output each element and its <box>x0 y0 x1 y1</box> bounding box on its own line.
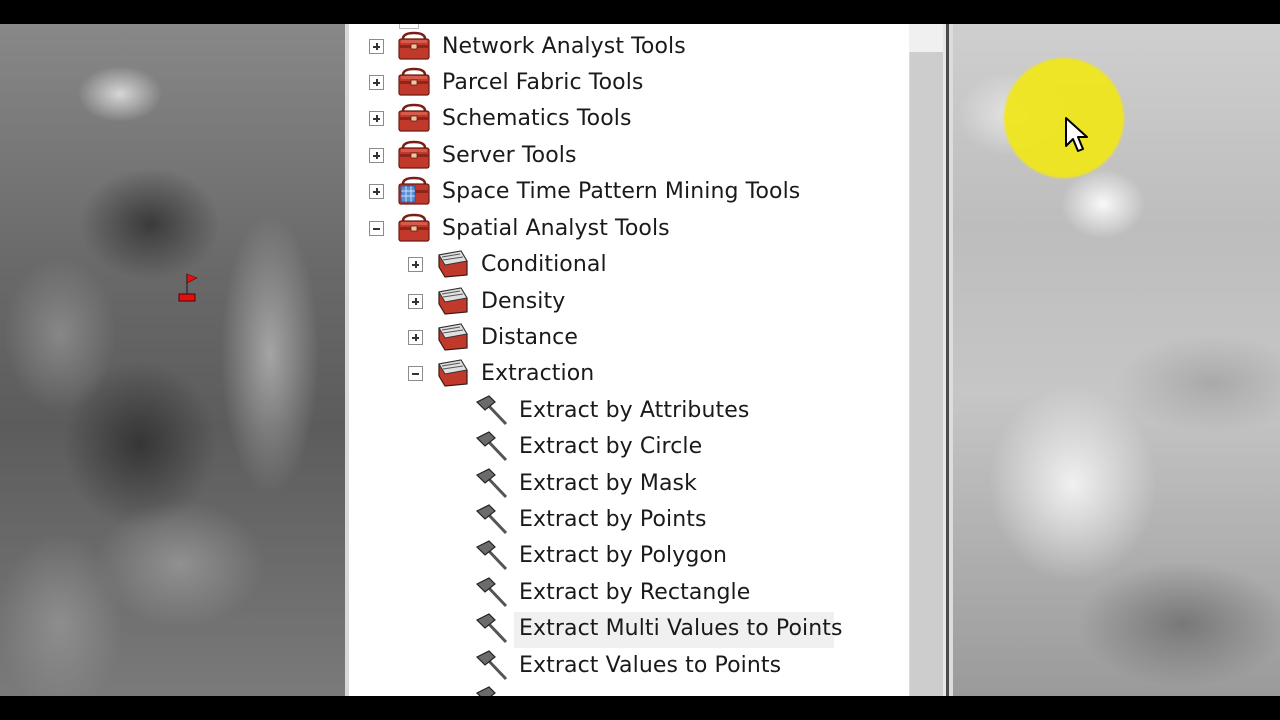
hammer-icon <box>475 613 508 644</box>
tree-item-label: Distance <box>481 324 578 350</box>
tree-item-label: Server Tools <box>442 142 577 168</box>
tree-item-label: Extract by Attributes <box>519 397 750 423</box>
tree-item-label: Network Analyst Tools <box>442 33 686 59</box>
hammer-icon <box>475 431 508 462</box>
map-view-left[interactable] <box>0 24 345 696</box>
map-view-right[interactable] <box>953 24 1280 696</box>
flag-marker-icon <box>178 273 198 302</box>
hammer-icon <box>475 395 508 426</box>
tree-item-label: Schematics Tools <box>442 105 632 131</box>
tree-item-label: Space Time Pattern Mining Tools <box>442 178 801 204</box>
tree-item-label: Extract Values to Points <box>519 652 782 678</box>
toolbox-icon <box>398 140 430 169</box>
expand-icon[interactable] <box>369 111 384 126</box>
toolbox-icon <box>398 67 430 96</box>
mouse-pointer-icon <box>1065 117 1088 152</box>
tree-item-extract-by-rectangle[interactable]: Extract by Rectangle <box>475 575 750 609</box>
tree-item-extraction[interactable]: Extraction <box>408 356 594 390</box>
tree-item-label: Extract by Mask <box>519 470 697 496</box>
tree-item-label: Extraction <box>481 360 595 386</box>
tree-item-label: Conditional <box>481 251 607 277</box>
letterbox-top <box>0 0 1280 24</box>
tree-item-schematics-tools[interactable]: Schematics Tools <box>369 101 632 135</box>
expand-icon[interactable] <box>369 75 384 90</box>
space-time-toolbox-icon <box>398 176 430 205</box>
tree-item-extract-by-points[interactable]: Extract by Points <box>475 502 707 536</box>
tree-item-label: Spatial Analyst Tools <box>442 215 670 241</box>
tree-item-density[interactable]: Density <box>408 284 565 318</box>
scrollbar-track-top[interactable] <box>909 24 943 52</box>
tree-item-extract-multi-values-to-points[interactable]: Extract Multi Values to Points <box>475 611 843 645</box>
tree-item-label: Extract by Polygon <box>519 542 728 568</box>
scrollbar-thumb[interactable] <box>909 52 944 696</box>
tree-item-extract-values-to-points[interactable]: Extract Values to Points <box>475 648 781 682</box>
hammer-icon <box>475 650 508 681</box>
letterbox-bottom <box>0 696 1280 720</box>
tree-item-space-time-pattern-mining-tools[interactable]: Space Time Pattern Mining Tools <box>369 174 800 208</box>
tree-item-extract-by-polygon[interactable]: Extract by Polygon <box>475 538 727 572</box>
hammer-icon <box>475 686 496 696</box>
toolset-icon <box>438 323 468 351</box>
expand-icon[interactable] <box>369 39 384 54</box>
tree-item-label: Extract Multi Values to Points <box>519 615 843 641</box>
tree-vertical-scrollbar[interactable] <box>909 24 944 696</box>
tree-item-extract-by-attributes[interactable]: Extract by Attributes <box>475 393 749 427</box>
tree-item-distance[interactable]: Distance <box>408 320 578 354</box>
expand-icon[interactable] <box>408 294 423 309</box>
collapse-icon[interactable] <box>369 221 384 236</box>
expand-icon[interactable] <box>369 184 384 199</box>
tree-item-extract-by-circle[interactable]: Extract by Circle <box>475 429 702 463</box>
hammer-icon <box>475 504 508 535</box>
tree-item-parcel-fabric-tools[interactable]: Parcel Fabric Tools <box>369 65 643 99</box>
tree-item-conditional[interactable]: Conditional <box>408 247 607 281</box>
expand-icon[interactable] <box>408 330 423 345</box>
collapse-icon[interactable] <box>408 366 423 381</box>
tree-item-server-tools[interactable]: Server Tools <box>369 138 577 172</box>
panel-splitter[interactable] <box>943 24 953 696</box>
tree-item-label: Extract by Rectangle <box>519 579 751 605</box>
toolbox-tree-panel[interactable]: Network Analyst Tools Parcel Fabric Tool… <box>349 24 909 696</box>
expand-icon[interactable] <box>369 148 384 163</box>
toolset-icon <box>438 287 468 315</box>
hammer-icon <box>475 468 508 499</box>
toolbox-icon <box>398 103 430 132</box>
toolset-icon <box>438 250 468 278</box>
tree-item-label: Parcel Fabric Tools <box>442 69 644 95</box>
toolbox-icon <box>398 31 430 60</box>
hammer-icon <box>475 577 508 608</box>
hammer-icon <box>475 540 508 571</box>
tree-item-label: Extract by Points <box>519 506 707 532</box>
tree-item-extract-by-mask[interactable]: Extract by Mask <box>475 466 697 500</box>
tree-item-label: Extract by Circle <box>519 433 703 459</box>
expand-icon[interactable] <box>408 257 423 272</box>
toolset-icon <box>438 359 468 387</box>
tree-item-spatial-analyst-tools[interactable]: Spatial Analyst Tools <box>369 211 670 245</box>
toolbox-icon <box>398 213 430 242</box>
tree-item-network-analyst-tools[interactable]: Network Analyst Tools <box>369 29 686 63</box>
tree-item-label: Density <box>481 288 566 314</box>
